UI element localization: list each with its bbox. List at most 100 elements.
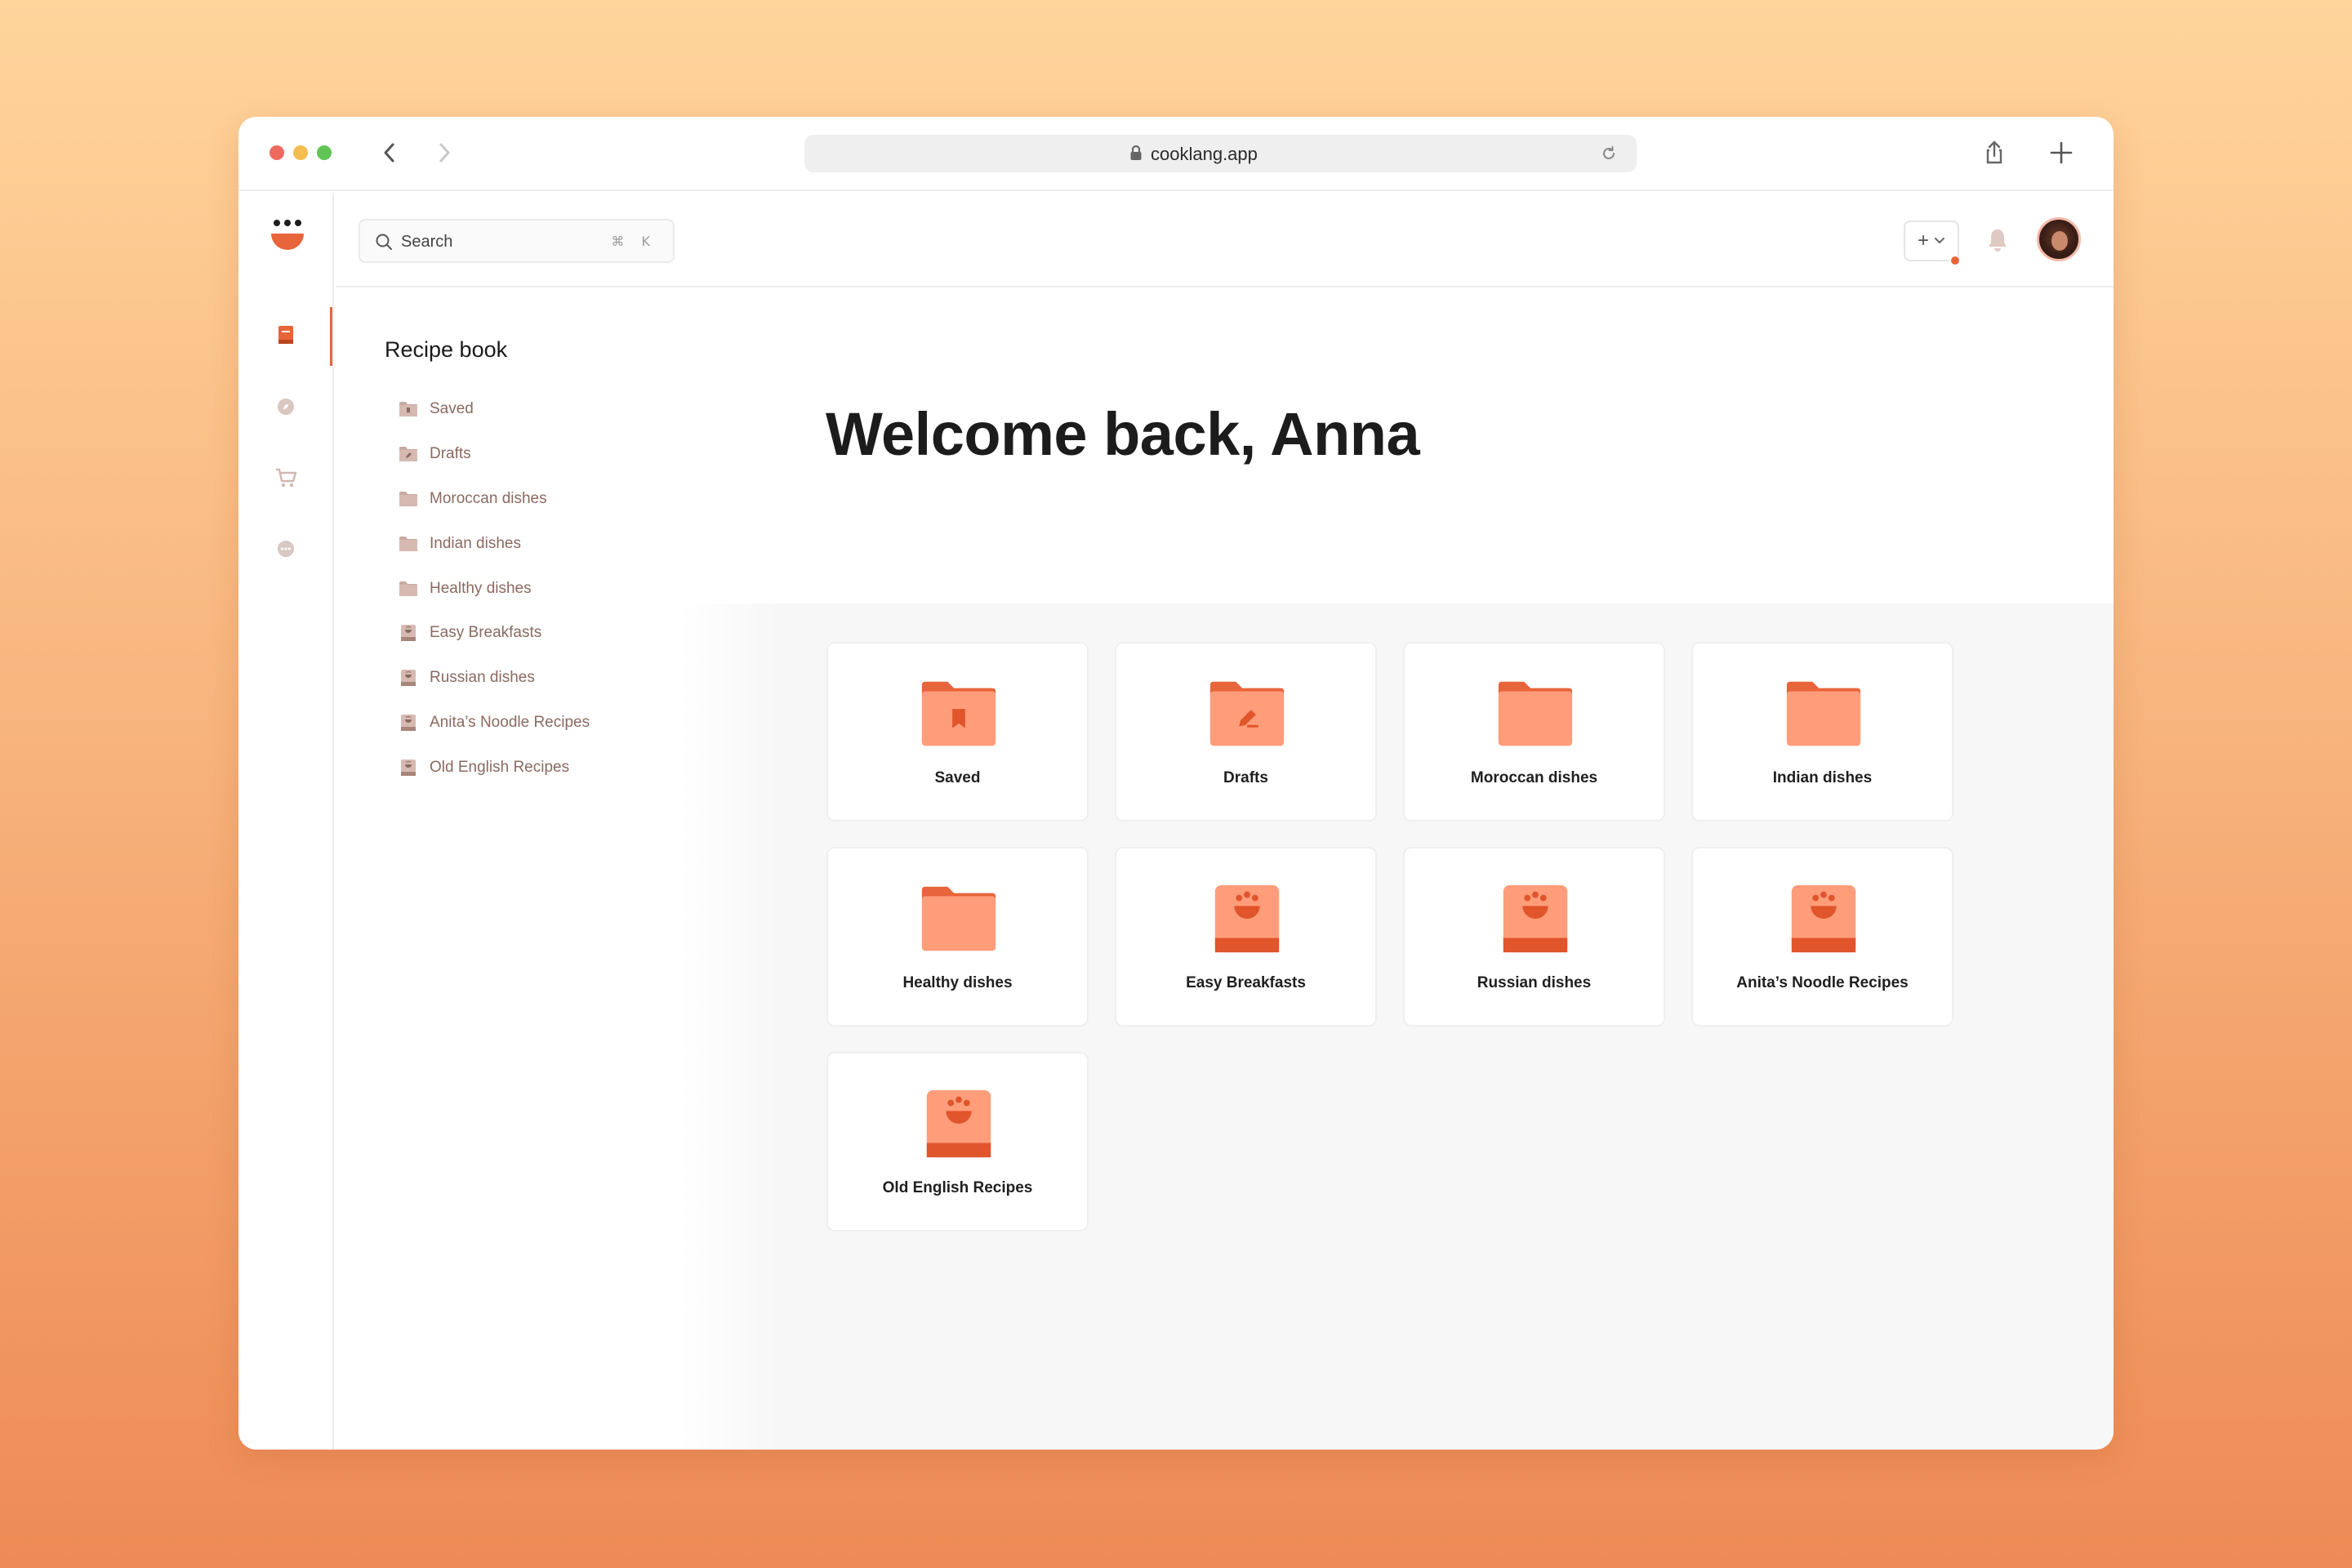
collection-card-saved[interactable]: Saved <box>826 642 1089 822</box>
card-label: Anita’s Noodle Recipes <box>1736 974 1909 991</box>
collection-card-indian-dishes[interactable]: Indian dishes <box>1691 642 1953 822</box>
recipe-book-sidebar: Recipe book Saved Drafts Moroccan dishes In… <box>336 289 679 1450</box>
collection-card-russian-dishes[interactable]: Russian dishes <box>1403 847 1665 1027</box>
back-button[interactable] <box>374 136 407 169</box>
sidebar-item-label: Drafts <box>430 445 471 463</box>
collection-card-old-english-recipes[interactable]: Old English Recipes <box>826 1052 1089 1232</box>
sidebar-item-old-english-recipes[interactable]: Old English Recipes <box>399 745 590 790</box>
share-icon <box>1986 140 2002 164</box>
new-tab-button[interactable] <box>2045 136 2078 169</box>
collection-card-moroccan-dishes[interactable]: Moroccan dishes <box>1403 642 1665 822</box>
sidebar-item-label: Saved <box>430 400 474 418</box>
notification-dot <box>1949 255 1961 266</box>
card-label: Drafts <box>1223 769 1268 786</box>
card-label: Saved <box>934 769 981 786</box>
sidebar-item-russian-dishes[interactable]: Russian dishes <box>399 656 590 701</box>
cart-icon <box>276 468 297 488</box>
more-dots-icon <box>278 541 294 557</box>
folder-icon <box>399 536 417 551</box>
collection-card-drafts[interactable]: Drafts <box>1115 642 1377 822</box>
sidebar-item-label: Russian dishes <box>430 669 535 687</box>
card-label: Easy Breakfasts <box>1186 974 1306 991</box>
window-controls <box>270 145 332 160</box>
chevron-right-icon <box>439 143 450 163</box>
recipe-book-icon <box>401 625 416 642</box>
card-label: Healthy dishes <box>902 974 1013 991</box>
book-icon <box>278 326 293 344</box>
recipe-book-icon <box>401 670 416 687</box>
sidebar-item-label: Old English Recipes <box>430 758 570 776</box>
cooklang-logo-icon <box>271 220 304 250</box>
recipe-book-icon <box>401 759 416 776</box>
search-shortcut: ⌘ K <box>611 234 657 249</box>
card-label: Old English Recipes <box>882 1179 1033 1196</box>
collection-card-easy-breakfasts[interactable]: Easy Breakfasts <box>1115 847 1377 1027</box>
search-placeholder: Search <box>401 233 453 251</box>
sidebar-list: Saved Drafts Moroccan dishes Indian dishes H… <box>399 387 590 790</box>
recipe-book-icon <box>1503 884 1568 953</box>
folder-icon <box>1786 681 1861 746</box>
folder-icon <box>1498 681 1573 746</box>
close-window-button[interactable] <box>270 145 284 160</box>
sidebar-item-healthy-dishes[interactable]: Healthy dishes <box>399 566 590 611</box>
card-label: Moroccan dishes <box>1470 769 1598 786</box>
add-new-button[interactable]: + <box>1904 220 1961 266</box>
sidebar-item-indian-dishes[interactable]: Indian dishes <box>399 521 590 566</box>
reload-icon[interactable] <box>1599 144 1619 163</box>
folder-saved-icon <box>399 402 417 417</box>
sidebar-item-moroccan-dishes[interactable]: Moroccan dishes <box>399 477 590 522</box>
collection-card-anita-s-noodle-recipes[interactable]: Anita’s Noodle Recipes <box>1691 847 1953 1027</box>
zoom-window-button[interactable] <box>317 145 332 160</box>
chevron-left-icon <box>384 143 394 163</box>
collection-card-healthy-dishes[interactable]: Healthy dishes <box>826 847 1089 1027</box>
bell-icon[interactable] <box>1985 227 2010 253</box>
folder-saved-icon <box>921 681 996 746</box>
rail-explore[interactable] <box>271 392 301 421</box>
folder-icon <box>921 886 996 951</box>
card-label: Russian dishes <box>1477 974 1592 991</box>
forward-button[interactable] <box>427 136 460 169</box>
folder-drafts-icon <box>1209 681 1285 746</box>
folder-drafts-icon <box>399 447 417 462</box>
sidebar-item-drafts[interactable]: Drafts <box>399 432 590 477</box>
rail-recipe-book[interactable] <box>271 320 301 350</box>
app-rail <box>238 193 334 1450</box>
sidebar-item-label: Healthy dishes <box>430 579 532 597</box>
collection-grid: Saved Drafts Moroccan dishes Indian dishes H… <box>826 642 1953 1232</box>
avatar-face <box>2051 231 2068 251</box>
card-label: Indian dishes <box>1772 769 1873 786</box>
minimize-window-button[interactable] <box>293 145 308 160</box>
search-input[interactable]: Search ⌘ K <box>359 219 675 263</box>
recipe-book-icon <box>1791 884 1856 953</box>
sidebar-item-label: Easy Breakfasts <box>430 624 542 642</box>
share-button[interactable] <box>1978 136 2011 169</box>
browser-toolbar: cooklang.app <box>238 117 2114 191</box>
sidebar-item-easy-breakfasts[interactable]: Easy Breakfasts <box>399 611 590 656</box>
folder-icon <box>399 581 417 596</box>
plus-icon <box>2050 141 2073 164</box>
sidebar-item-anita-s-noodle-recipes[interactable]: Anita’s Noodle Recipes <box>399 701 590 746</box>
compass-icon <box>278 399 294 415</box>
recipe-book-icon <box>401 714 416 731</box>
rail-active-indicator <box>330 307 332 366</box>
recipe-book-icon <box>1214 884 1280 953</box>
main-content: Welcome back, Anna Saved Drafts Moroccan d… <box>679 289 2114 1450</box>
address-bar[interactable]: cooklang.app <box>804 135 1637 172</box>
rail-more[interactable] <box>271 534 301 564</box>
url-text: cooklang.app <box>1151 144 1258 164</box>
recipe-book-icon <box>926 1089 991 1158</box>
sidebar-item-label: Anita’s Noodle Recipes <box>430 713 590 731</box>
chevron-down-icon <box>1935 238 1944 244</box>
add-label: + <box>1917 229 1929 252</box>
page-title: Welcome back, Anna <box>826 400 1420 468</box>
browser-window: cooklang.app Search ⌘ K + Recipe book Sa… <box>238 117 2114 1450</box>
rail-shopping-list[interactable] <box>271 463 301 492</box>
lock-icon <box>1130 145 1142 160</box>
folder-icon <box>399 491 417 506</box>
sidebar-item-label: Indian dishes <box>430 534 521 552</box>
sidebar-item-saved[interactable]: Saved <box>399 387 590 432</box>
sidebar-title: Recipe book <box>385 337 508 362</box>
user-avatar[interactable] <box>2037 217 2081 261</box>
search-icon <box>376 234 392 250</box>
sidebar-item-label: Moroccan dishes <box>430 489 547 507</box>
